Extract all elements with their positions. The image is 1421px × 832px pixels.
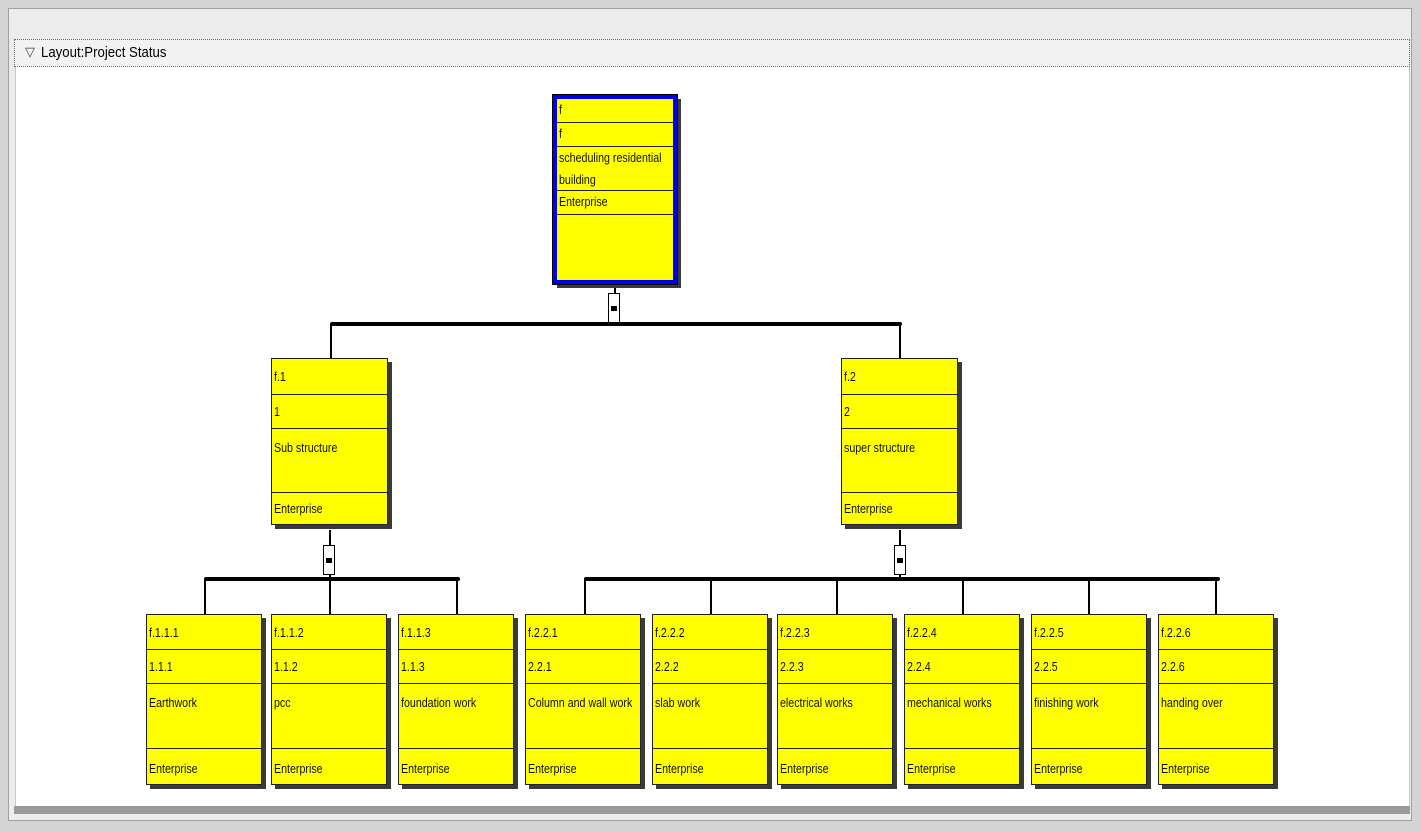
node-short-code: 2.2.5 <box>1034 659 1058 674</box>
node-short-code: 1.1.1 <box>149 659 173 674</box>
horizontal-scrollbar[interactable] <box>14 806 1410 814</box>
node-owner: Enterprise <box>655 761 704 776</box>
node-code: f.2.2.3 <box>780 625 810 640</box>
node-name: Sub structure <box>274 440 338 455</box>
node-short-code: 2.2.4 <box>907 659 931 674</box>
connector-line <box>330 324 332 358</box>
wbs-node-f2[interactable]: f.2 2 super structure Enterprise <box>841 358 958 525</box>
wbs-node-f2-2-4[interactable]: f.2.2.4 2.2.4 mechanical works Enterpris… <box>904 614 1020 785</box>
node-code: f <box>559 102 562 117</box>
panel-header[interactable]: ▽ Layout:Project Status <box>14 39 1410 67</box>
node-code: f.1.1.2 <box>274 625 304 640</box>
node-name: pcc <box>274 695 291 710</box>
node-short-code: 2.2.2 <box>655 659 679 674</box>
wbs-node-root[interactable]: f f scheduling residential building Ente… <box>552 94 678 285</box>
connector-line <box>329 579 331 614</box>
collapse-f1-button[interactable] <box>323 545 335 575</box>
wbs-node-f1-1-3[interactable]: f.1.1.3 1.1.3 foundation work Enterprise <box>398 614 514 785</box>
wbs-node-f2-2-3[interactable]: f.2.2.3 2.2.3 electrical works Enterpris… <box>777 614 893 785</box>
connector-line <box>710 579 712 614</box>
node-code: f.2.2.1 <box>528 625 558 640</box>
node-code: f.2.2.2 <box>655 625 685 640</box>
node-code: f.1.1.1 <box>149 625 179 640</box>
triangle-down-icon[interactable]: ▽ <box>25 46 35 60</box>
node-short-code: 1.1.3 <box>401 659 425 674</box>
connector-line <box>204 577 460 581</box>
wbs-node-f2-2-2[interactable]: f.2.2.2 2.2.2 slab work Enterprise <box>652 614 768 785</box>
node-name: scheduling residential <box>559 150 662 165</box>
wbs-node-f2-2-6[interactable]: f.2.2.6 2.2.6 handing over Enterprise <box>1158 614 1274 785</box>
node-owner: Enterprise <box>559 194 608 209</box>
collapse-root-button[interactable] <box>608 293 620 323</box>
connector-line <box>836 579 838 614</box>
connector-line <box>1215 579 1217 614</box>
node-code: f.2.2.6 <box>1161 625 1191 640</box>
node-owner: Enterprise <box>1034 761 1083 776</box>
node-owner: Enterprise <box>149 761 198 776</box>
node-name-cont: building <box>559 172 596 187</box>
connector-line <box>204 579 206 614</box>
node-short-code: 1 <box>274 404 280 419</box>
node-short-code: 2.2.6 <box>1161 659 1185 674</box>
node-code: f.1.1.3 <box>401 625 431 640</box>
node-code: f.2 <box>844 369 856 384</box>
collapse-f2-button[interactable] <box>894 545 906 575</box>
panel-title: Layout:Project Status <box>41 44 167 61</box>
node-code: f.2.2.5 <box>1034 625 1064 640</box>
node-owner: Enterprise <box>274 761 323 776</box>
node-name: finishing work <box>1034 695 1099 710</box>
node-owner: Enterprise <box>528 761 577 776</box>
connector-line <box>899 324 901 358</box>
connector-line <box>962 579 964 614</box>
node-owner: Enterprise <box>1161 761 1210 776</box>
node-name: handing over <box>1161 695 1223 710</box>
node-name: mechanical works <box>907 695 992 710</box>
node-code: f.2.2.4 <box>907 625 937 640</box>
node-name: Column and wall work <box>528 695 633 710</box>
node-owner: Enterprise <box>844 501 893 516</box>
node-short-code: f <box>559 126 562 141</box>
connector-line <box>456 579 458 614</box>
node-owner: Enterprise <box>274 501 323 516</box>
wbs-node-f1-1-1[interactable]: f.1.1.1 1.1.1 Earthwork Enterprise <box>146 614 262 785</box>
node-short-code: 2.2.1 <box>528 659 552 674</box>
node-name: slab work <box>655 695 701 710</box>
wbs-node-f2-2-1[interactable]: f.2.2.1 2.2.1 Column and wall work Enter… <box>525 614 641 785</box>
node-short-code: 2.2.3 <box>780 659 804 674</box>
node-name: foundation work <box>401 695 477 710</box>
node-name: electrical works <box>780 695 853 710</box>
node-short-code: 2 <box>844 404 850 419</box>
wbs-node-f1[interactable]: f.1 1 Sub structure Enterprise <box>271 358 388 525</box>
connector-line <box>584 579 586 614</box>
node-owner: Enterprise <box>401 761 450 776</box>
wbs-node-f1-1-2[interactable]: f.1.1.2 1.1.2 pcc Enterprise <box>271 614 387 785</box>
node-name: super structure <box>844 440 916 455</box>
node-short-code: 1.1.2 <box>274 659 298 674</box>
wbs-node-f2-2-5[interactable]: f.2.2.5 2.2.5 finishing work Enterprise <box>1031 614 1147 785</box>
node-owner: Enterprise <box>907 761 956 776</box>
node-owner: Enterprise <box>780 761 829 776</box>
connector-line <box>1088 579 1090 614</box>
node-name: Earthwork <box>149 695 197 710</box>
connector-line <box>584 577 1220 581</box>
node-code: f.1 <box>274 369 286 384</box>
